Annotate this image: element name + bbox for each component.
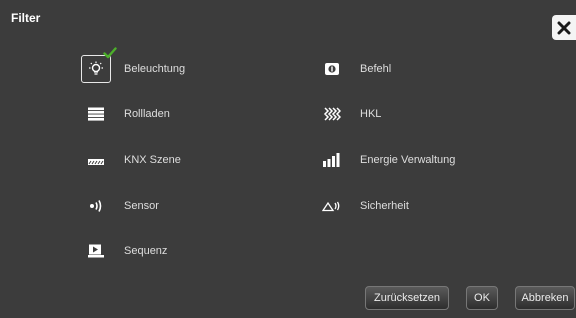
filter-label: KNX Szene xyxy=(124,154,181,166)
filter-item-energie-verwaltung[interactable]: Energie Verwaltung xyxy=(317,146,455,174)
lightbulb-icon xyxy=(89,61,103,75)
filter-label: Befehl xyxy=(360,63,392,75)
ok-button[interactable]: OK xyxy=(466,286,498,310)
filter-icon-box xyxy=(81,47,117,83)
sequence-icon xyxy=(88,244,104,258)
scene-icon xyxy=(88,159,104,165)
filter-item-knx-szene[interactable]: KNX Szene xyxy=(81,146,181,174)
filter-item-sensor[interactable]: Sensor xyxy=(81,192,159,220)
energy-icon xyxy=(323,153,340,167)
filter-label: Beleuchtung xyxy=(124,63,186,75)
dialog-title: Filter xyxy=(11,11,41,25)
command-icon xyxy=(325,63,339,75)
filter-item-befehl[interactable]: Befehl xyxy=(317,55,391,83)
filter-dialog: Filter Beleuchtung Rollladen KNX Szene S… xyxy=(0,0,576,318)
filter-item-hkl[interactable]: HKL xyxy=(317,100,381,128)
filter-label: HKL xyxy=(360,108,382,120)
check-icon xyxy=(103,47,117,59)
filter-label: Sicherheit xyxy=(360,200,409,212)
close-button[interactable] xyxy=(552,15,576,40)
cancel-button[interactable]: Abbreken xyxy=(515,286,575,310)
filter-item-beleuchtung[interactable]: Beleuchtung xyxy=(81,47,186,83)
hvac-icon xyxy=(323,107,341,121)
shutter-icon xyxy=(88,107,104,121)
close-icon xyxy=(557,21,571,34)
filter-label: Sequenz xyxy=(124,245,168,257)
filter-item-rollladen[interactable]: Rollladen xyxy=(81,100,170,128)
filter-label: Energie Verwaltung xyxy=(360,154,456,166)
filter-label: Rollladen xyxy=(124,108,170,120)
reset-button[interactable]: Zurücksetzen xyxy=(365,286,449,310)
filter-item-sicherheit[interactable]: Sicherheit xyxy=(317,192,409,220)
filter-label: Sensor xyxy=(124,200,159,212)
sensor-icon xyxy=(90,200,102,212)
security-icon xyxy=(322,201,340,212)
filter-item-sequenz[interactable]: Sequenz xyxy=(81,237,167,265)
